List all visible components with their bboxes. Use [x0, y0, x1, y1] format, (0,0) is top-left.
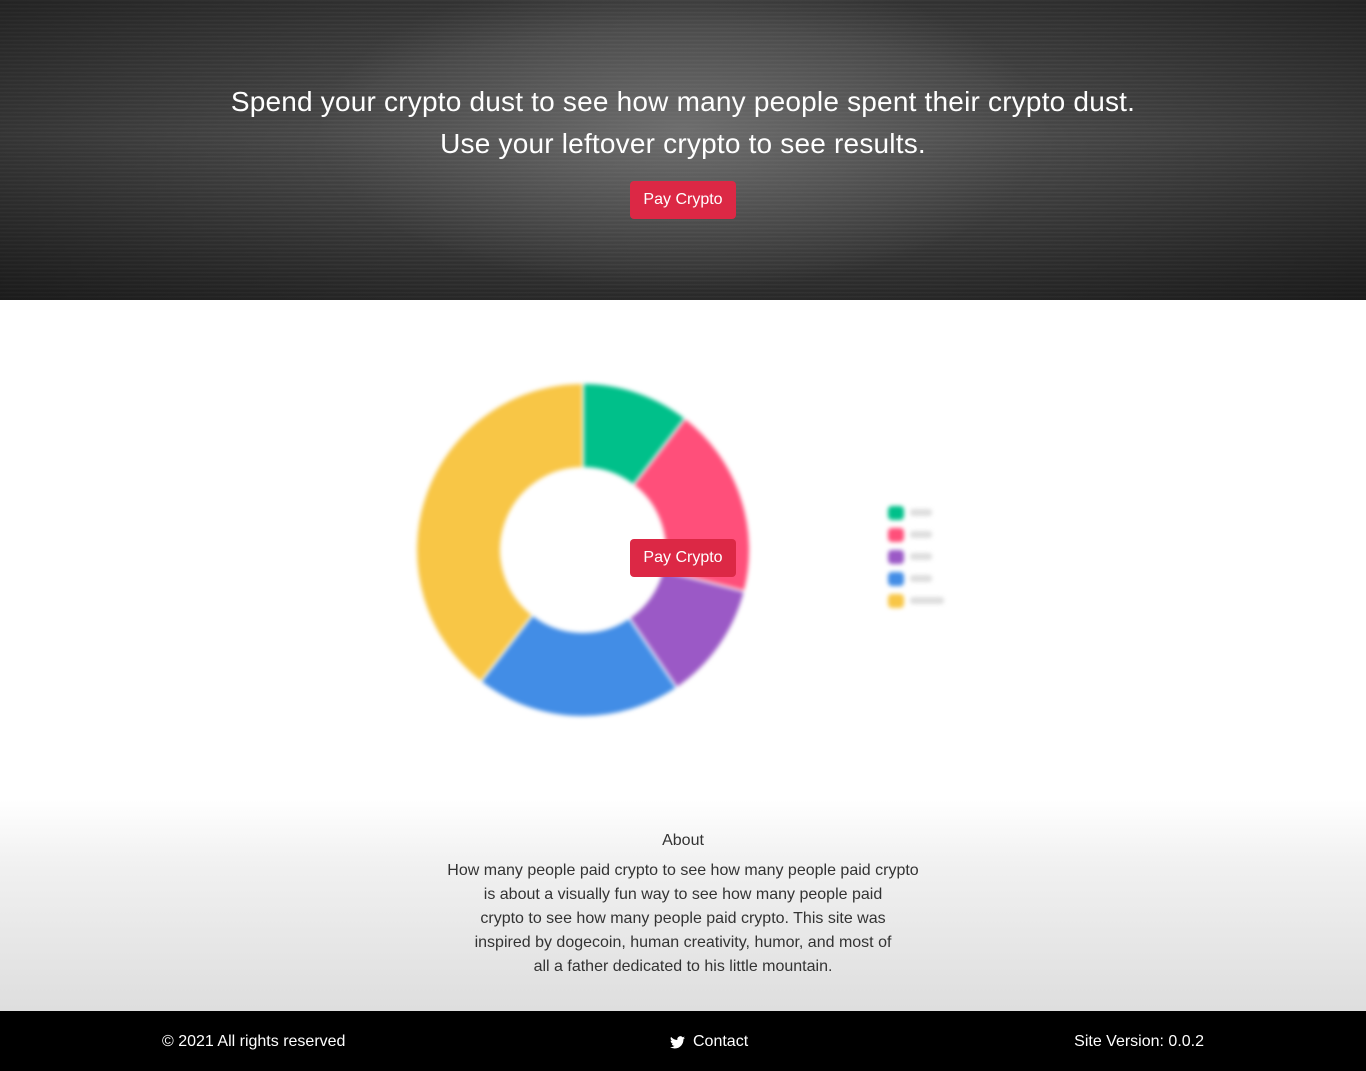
- about-line: How many people paid crypto to see how m…: [447, 862, 919, 879]
- legend-label: [910, 531, 932, 538]
- legend-label: [910, 509, 932, 516]
- hero-subheadline: Use your leftover crypto to see results.: [440, 128, 926, 159]
- legend-swatch: [888, 528, 904, 542]
- site-version: Site Version: 0.0.2: [1074, 1033, 1204, 1050]
- legend-label: [910, 597, 944, 604]
- legend-swatch: [888, 506, 904, 520]
- about-section: About How many people paid crypto to see…: [0, 800, 1366, 1011]
- pay-crypto-button[interactable]: Pay Crypto: [630, 181, 736, 219]
- twitter-icon: [670, 1035, 685, 1048]
- legend-swatch: [888, 572, 904, 586]
- hero-banner: Spend your crypto dust to see how many p…: [0, 0, 1366, 300]
- about-line: is about a visually fun way to see how m…: [483, 886, 883, 903]
- legend-swatch: [888, 594, 904, 608]
- about-line: crypto to see how many people paid crypt…: [480, 910, 886, 927]
- about-line: inspired by dogecoin, human creativity, …: [474, 934, 892, 951]
- pay-crypto-overlay-button[interactable]: Pay Crypto: [630, 539, 736, 577]
- footer: © 2021 All rights reserved Contact Site …: [0, 1011, 1366, 1071]
- copyright-text: © 2021 All rights reserved: [162, 1033, 346, 1050]
- about-title: About: [662, 832, 704, 849]
- legend-label: [910, 553, 932, 560]
- about-line: all a father dedicated to his little mou…: [533, 958, 833, 975]
- contact-label: Contact: [693, 1033, 749, 1050]
- legend-label: [910, 575, 932, 582]
- contact-link[interactable]: Contact: [670, 1033, 748, 1051]
- legend-swatch: [888, 550, 904, 564]
- about-text: How many people paid crypto to see how m…: [433, 859, 933, 979]
- hero-headline: Spend your crypto dust to see how many p…: [230, 86, 1136, 117]
